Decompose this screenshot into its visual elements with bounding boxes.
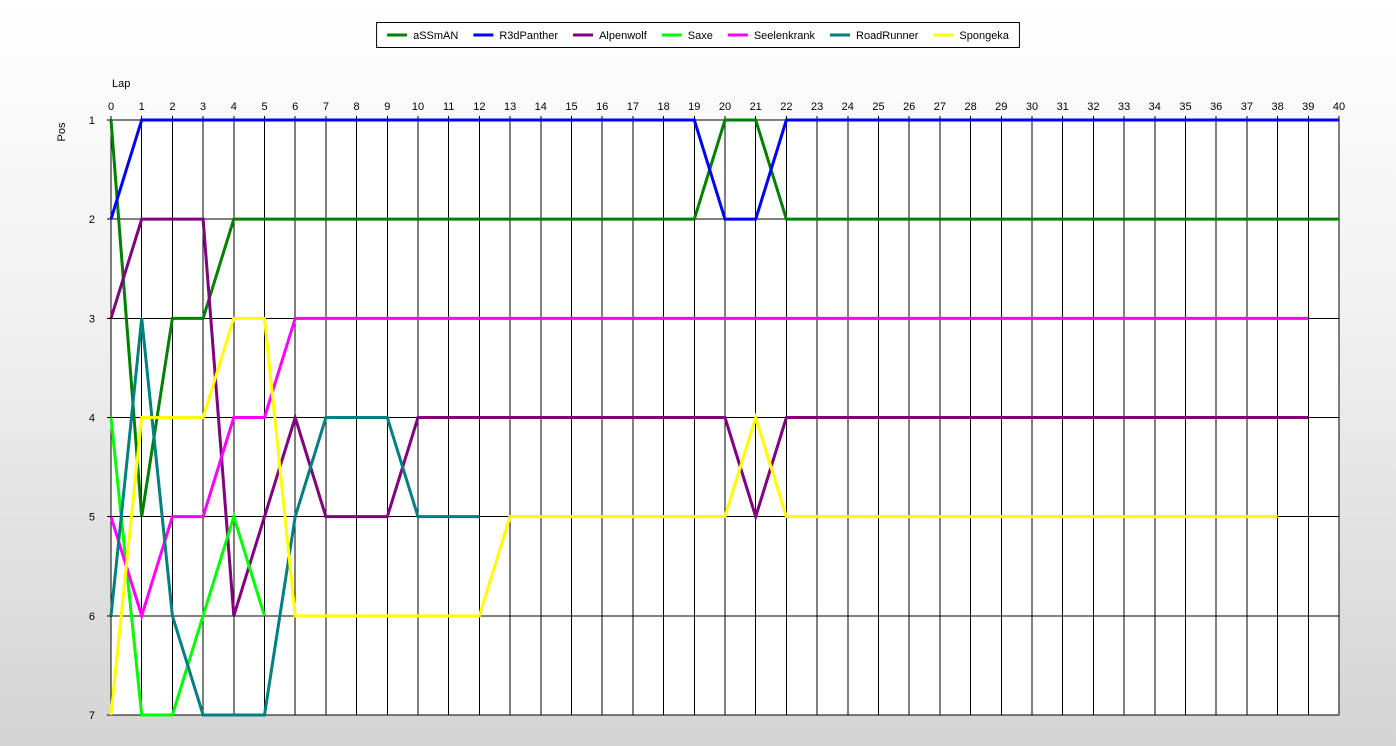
y-tick-label: 4 <box>89 413 95 425</box>
x-tick-label: 9 <box>384 101 390 113</box>
legend-label: Alpenwolf <box>599 30 648 42</box>
x-tick-label: 8 <box>354 101 360 113</box>
x-tick-label: 16 <box>596 101 608 113</box>
x-tick-label: 14 <box>535 101 547 113</box>
x-tick-label: 35 <box>1179 101 1191 113</box>
x-tick-label: 38 <box>1271 101 1283 113</box>
chart-legend: aSSmAN R3dPanther Alpenwolf Saxe Seelenkrank… <box>376 22 1020 48</box>
x-tick-label: 11 <box>443 101 454 113</box>
x-tick-label: 22 <box>780 101 792 113</box>
x-tick-label: 2 <box>169 101 175 113</box>
x-tick-label: 0 <box>108 101 114 113</box>
x-tick-label: 39 <box>1302 101 1314 113</box>
x-tick-label: 15 <box>565 101 577 113</box>
y-axis-title: Pos <box>56 122 68 141</box>
x-tick-label: 20 <box>719 101 731 113</box>
x-tick-label: 19 <box>688 101 700 113</box>
x-tick-label: 1 <box>139 101 145 113</box>
x-tick-label: 31 <box>1057 101 1069 113</box>
y-tick-label: 7 <box>89 710 95 722</box>
x-tick-label: 30 <box>1026 101 1038 113</box>
x-tick-label: 17 <box>627 101 639 113</box>
x-tick-label: 23 <box>811 101 823 113</box>
x-tick-label: 34 <box>1149 101 1161 113</box>
x-tick-label: 10 <box>412 101 424 113</box>
x-tick-label: 27 <box>934 101 946 113</box>
position-chart: 0 1 2 3 4 5 6 7 8 9 10 11 12 13 14 15 16 17 18 19 20 21 22 23 24… <box>56 22 1345 722</box>
y-tick-label: 2 <box>89 214 95 226</box>
x-tick-label: 12 <box>473 101 485 113</box>
x-tick-label: 5 <box>261 101 267 113</box>
x-tick-label: 6 <box>292 101 298 113</box>
x-tick-label: 13 <box>504 101 516 113</box>
x-tick-label: 26 <box>903 101 915 113</box>
x-tick-label: 29 <box>995 101 1007 113</box>
x-tick-label: 21 <box>750 101 762 113</box>
legend-label: Seelenkrank <box>754 30 816 42</box>
legend-label: R3dPanther <box>499 30 558 42</box>
x-tick-label: 25 <box>872 101 884 113</box>
legend-label: aSSmAN <box>413 30 458 42</box>
y-tick-label: 3 <box>89 313 95 325</box>
y-tick-label: 1 <box>89 115 95 127</box>
legend-label: Saxe <box>688 30 713 42</box>
x-tick-label: 7 <box>323 101 329 113</box>
x-tick-label: 32 <box>1087 101 1099 113</box>
y-tick-label: 5 <box>89 512 95 524</box>
y-tick-label: 6 <box>89 611 95 623</box>
legend-label: Spongeka <box>959 30 1009 42</box>
x-axis-ticks: 0 1 2 3 4 5 6 7 8 9 10 11 12 13 14 15 16 17 18 19 20 21 22 23 24… <box>108 101 1345 113</box>
x-axis-title: Lap <box>112 78 130 90</box>
x-tick-label: 18 <box>657 101 669 113</box>
x-tick-label: 3 <box>200 101 206 113</box>
x-tick-label: 37 <box>1241 101 1253 113</box>
x-tick-label: 40 <box>1333 101 1345 113</box>
x-tick-label: 36 <box>1210 101 1222 113</box>
y-axis-ticks: 1 2 3 4 5 6 7 <box>89 115 95 722</box>
legend-label: RoadRunner <box>856 30 919 42</box>
x-tick-label: 33 <box>1118 101 1130 113</box>
x-tick-label: 24 <box>842 101 854 113</box>
x-tick-label: 28 <box>964 101 976 113</box>
x-tick-label: 4 <box>231 101 237 113</box>
